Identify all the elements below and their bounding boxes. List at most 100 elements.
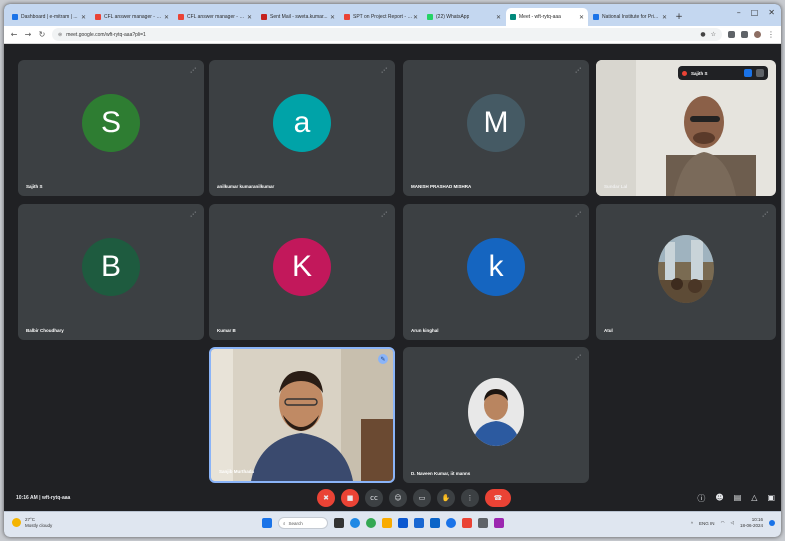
emoji-button[interactable]: ☺ — [389, 489, 407, 507]
weather-widget[interactable]: 27°C Mostly cloudy — [12, 517, 52, 528]
participant-tile[interactable]: S ⋰ Sajith S — [18, 60, 204, 196]
participant-tile[interactable]: M ⋰ MANISH PRASHAD MISHRA — [403, 60, 589, 196]
tab-3[interactable]: Sent Mail - sweta.kumar... ✕ — [257, 8, 339, 26]
browser-menu-icon[interactable]: ⋮ — [767, 30, 775, 39]
recording-indicator[interactable]: Sajith S — [678, 66, 768, 80]
chrome-icon[interactable] — [366, 518, 376, 528]
tab-6[interactable]: Meet - wft-rytq-aaa ✕ — [506, 8, 588, 26]
camera-toggle-button[interactable]: ■ — [341, 489, 359, 507]
tab-bar: Dashboard | e-mitram | ... ✕ CFL answer m… — [4, 4, 781, 26]
slack-icon[interactable] — [494, 518, 504, 528]
outlook-icon[interactable] — [430, 518, 440, 528]
app-icon[interactable] — [478, 518, 488, 528]
recording-action-icon[interactable] — [744, 69, 752, 77]
people-icon[interactable]: ☻ — [715, 493, 723, 504]
pin-icon[interactable]: ✎ — [378, 354, 388, 364]
app-icon[interactable] — [398, 518, 408, 528]
tab-favicon-icon — [593, 14, 599, 20]
participant-name: Kumar B — [217, 328, 236, 333]
participant-tile[interactable]: B ⋰ Balbir Choudhary — [18, 204, 204, 340]
reload-icon[interactable]: ↻ — [38, 30, 46, 39]
app-icon[interactable] — [446, 518, 456, 528]
close-icon[interactable]: ✕ — [579, 14, 584, 21]
file-explorer-icon[interactable] — [382, 518, 392, 528]
wifi-icon[interactable]: ◠ — [721, 520, 725, 526]
tab-label: SPT on Project Report - G... — [353, 14, 413, 20]
tab-0[interactable]: Dashboard | e-mitram | ... ✕ — [8, 8, 90, 26]
leave-call-button[interactable]: ☎ — [485, 489, 511, 507]
avatar: M — [467, 94, 525, 152]
extension-icon[interactable] — [728, 31, 735, 38]
self-video-tile[interactable]: ✎ Sanjib Murthada — [209, 347, 395, 483]
task-view-icon[interactable] — [334, 518, 344, 528]
youtube-icon[interactable] — [462, 518, 472, 528]
participant-name: Sajith S — [26, 184, 43, 189]
clock[interactable]: 10:16 18-06-2024 — [740, 517, 763, 529]
tab-favicon-icon — [261, 14, 267, 20]
extension-icon[interactable] — [741, 31, 748, 38]
mic-muted-icon: ⋰ — [381, 67, 387, 74]
participant-name: Arun kinghal — [411, 328, 439, 333]
participant-tile[interactable]: ⋰ Atul — [596, 204, 776, 340]
forward-icon[interactable]: → — [24, 30, 32, 39]
edge-icon[interactable] — [350, 518, 360, 528]
participant-tile[interactable]: a ⋰ anilkumar kumaranilkumar — [209, 60, 395, 196]
more-options-button[interactable]: ⋮ — [461, 489, 479, 507]
close-icon[interactable]: ✕ — [662, 14, 667, 21]
back-icon[interactable]: ← — [10, 30, 18, 39]
participant-tile[interactable]: ⋰ D. Naveen Kumar, iit manns — [403, 347, 589, 483]
store-icon[interactable] — [414, 518, 424, 528]
tab-7[interactable]: National Institute for Pri... ✕ — [589, 8, 671, 26]
record-dot-icon — [682, 70, 687, 76]
minimize-icon[interactable]: – — [737, 8, 741, 17]
close-icon[interactable]: ✕ — [413, 14, 418, 21]
close-window-icon[interactable]: ✕ — [768, 8, 775, 17]
participant-tile[interactable]: K ⋰ Kumar B — [209, 204, 395, 340]
close-icon[interactable]: ✕ — [330, 14, 335, 21]
tab-5[interactable]: (22) WhatsApp ✕ — [423, 8, 505, 26]
tab-label: CFL answer manager - Go... — [104, 14, 164, 20]
language-indicator[interactable]: ENG IN — [699, 521, 715, 526]
close-icon[interactable]: ✕ — [81, 14, 86, 21]
tab-favicon-icon — [95, 14, 101, 20]
speaker-icon[interactable]: ◁ — [731, 520, 734, 526]
lock-icon[interactable]: ▣ — [767, 493, 775, 504]
camera-indicator-icon[interactable]: ● — [700, 31, 705, 38]
tab-1[interactable]: CFL answer manager - Go... ✕ — [91, 8, 173, 26]
profile-avatar[interactable] — [754, 31, 761, 38]
notification-icon[interactable] — [769, 520, 775, 526]
avatar — [468, 378, 524, 446]
close-icon[interactable]: ✕ — [496, 14, 501, 21]
start-icon[interactable] — [262, 518, 272, 528]
activities-icon[interactable]: △ — [751, 493, 757, 504]
mic-toggle-button[interactable]: ✖ — [317, 489, 335, 507]
url-actions: ● ☆ — [700, 31, 716, 38]
avatar: k — [467, 238, 525, 296]
url-input[interactable]: ⊜ meet.google.com/wft-rytq-aaa?pli=1 ● ☆ — [52, 28, 722, 41]
tab-2[interactable]: CFL answer manager - Go... ✕ — [174, 8, 256, 26]
chat-icon[interactable]: ▤ — [734, 493, 742, 504]
close-icon[interactable]: ✕ — [247, 14, 252, 21]
new-tab-button[interactable]: + — [672, 8, 686, 26]
close-icon[interactable]: ✕ — [164, 14, 169, 21]
tab-favicon-icon — [178, 14, 184, 20]
taskbar-search[interactable]: ⌕ Search — [278, 517, 328, 529]
participant-name: MANISH PRASHAD MISHRA — [411, 184, 472, 189]
chevron-up-icon[interactable]: ^ — [691, 521, 693, 526]
weather-condition: Mostly cloudy — [25, 522, 53, 528]
present-button[interactable]: ▭ — [413, 489, 431, 507]
participant-tile[interactable]: k ⋰ Arun kinghal — [403, 204, 589, 340]
bookmark-star-icon[interactable]: ☆ — [711, 31, 716, 38]
raise-hand-button[interactable]: ✋ — [437, 489, 455, 507]
participant-video-tile[interactable]: Sajith S Sundar Lal — [596, 60, 776, 196]
participant-name: Balbir Choudhary — [26, 328, 64, 333]
mic-muted-icon: ⋰ — [190, 211, 196, 218]
site-info-icon[interactable]: ⊜ — [58, 32, 62, 38]
tab-4[interactable]: SPT on Project Report - G... ✕ — [340, 8, 422, 26]
captions-button[interactable]: cc — [365, 489, 383, 507]
recording-menu-icon[interactable] — [756, 69, 764, 77]
participant-name: D. Naveen Kumar, iit manns — [411, 471, 471, 476]
maximize-icon[interactable]: □ — [751, 8, 759, 17]
info-icon[interactable]: ⓘ — [697, 493, 705, 504]
mic-muted-icon: ⋰ — [575, 354, 581, 361]
